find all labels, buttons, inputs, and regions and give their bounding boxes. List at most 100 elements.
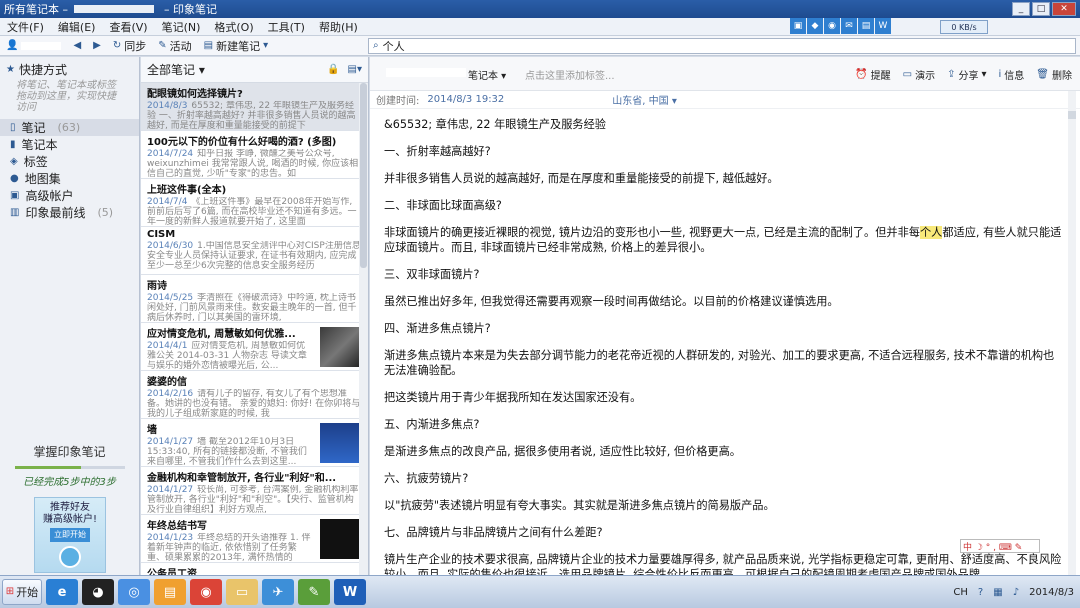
- reminder-button[interactable]: ⏰ 提醒: [855, 67, 890, 82]
- scrollbar-thumb[interactable]: [1068, 111, 1076, 119]
- chrome-icon[interactable]: ◉: [190, 579, 222, 605]
- close-button[interactable]: ✕: [1052, 2, 1076, 16]
- note-list-title[interactable]: 全部笔记 ▾: [147, 61, 205, 78]
- menu-format[interactable]: 格式(O): [207, 19, 260, 35]
- sidebar-item-feed[interactable]: ▥ 印象最前线 (5): [0, 204, 139, 221]
- tray-app-icon[interactable]: ✉: [841, 18, 857, 34]
- network-icon[interactable]: ▦: [993, 587, 1002, 598]
- menu-edit[interactable]: 编辑(E): [51, 19, 103, 35]
- account-button[interactable]: 👤: [0, 40, 67, 51]
- tag-icon: ◈: [10, 155, 18, 167]
- tray-app-icon[interactable]: ◉: [824, 18, 840, 34]
- present-button[interactable]: ▭ 演示: [903, 67, 935, 82]
- sidebar-item-label: 高级帐户: [25, 189, 74, 203]
- note-body[interactable]: &65532; 章伟忠, 22 年眼镜生产及服务经验 一、折射率越高越好? 并非…: [384, 117, 1064, 594]
- ie-icon[interactable]: e: [46, 579, 78, 605]
- menu-view[interactable]: 查看(V): [102, 19, 154, 35]
- sidebar-item-tags[interactable]: ◈ 标签: [0, 153, 139, 170]
- menu-tools[interactable]: 工具(T): [261, 19, 312, 35]
- note-title: 年终总结书写: [147, 521, 207, 532]
- note-editor: 笔记本 ▾ 点击这里添加标签... ⏰ 提醒 ▭ 演示 ⇪ 分享 ▾ i 信息 🗑 删除 …: [370, 57, 1080, 581]
- sidebar-item-premium[interactable]: ▣ 高级帐户: [0, 187, 139, 204]
- shortcuts-header[interactable]: ★ 快捷方式: [0, 57, 139, 78]
- referral-ad[interactable]: 推荐好友 赚高级帐户! 立即开始: [34, 497, 106, 573]
- menu-note[interactable]: 笔记(N): [155, 19, 208, 35]
- note-list-item[interactable]: CISM 2014/6/30 1.中国信息安全测评中心对CISP注册信息安全专业人员…: [141, 227, 368, 275]
- start-button[interactable]: ⊞ 开始: [2, 579, 42, 605]
- paragraph: 非球面镜片的确更接近裸眼的视觉, 镜片边沿的变形也小一些, 视野更大一点, 已经…: [384, 226, 1062, 254]
- menu-help[interactable]: 帮助(H): [312, 19, 365, 35]
- note-list-item[interactable]: 婆婆的信 2014/2/16 请有儿子的留存, 有女儿了有个思想准备。她讲的也没有错…: [141, 371, 368, 419]
- search-value: 个人: [382, 40, 405, 53]
- info-button[interactable]: i 信息: [999, 67, 1025, 82]
- browser-icon[interactable]: ◎: [118, 579, 150, 605]
- view-options-icon[interactable]: ▤▾: [348, 64, 362, 75]
- note-list-item[interactable]: 墙 2014/1/27 墙 截至2012年10月3日 15:33:40, 所有的链接…: [141, 419, 368, 467]
- note-list-item[interactable]: 上班这件事(全本) 2014/7/4 《上班这件事》最早在2008年开始写作, 前前…: [141, 179, 368, 227]
- messenger-icon[interactable]: ✈: [262, 579, 294, 605]
- editor-actions: ⏰ 提醒 ▭ 演示 ⇪ 分享 ▾ i 信息 🗑 删除: [855, 67, 1072, 82]
- sidebar-item-label: 笔记本: [21, 138, 58, 152]
- windows-logo-icon: ⊞: [5, 586, 15, 597]
- new-note-button[interactable]: ▤ 新建笔记 ▾: [198, 38, 274, 54]
- lock-icon[interactable]: 🔒: [327, 64, 339, 75]
- ime-toolbar[interactable]: 中 ☽ ° , ⌨ ✎: [960, 539, 1040, 553]
- notebook-selector[interactable]: 笔记本 ▾: [468, 67, 506, 82]
- back-button[interactable]: ◀: [67, 40, 87, 51]
- volume-icon[interactable]: ♪: [1013, 587, 1019, 598]
- notebook-icon: ▮: [10, 138, 16, 150]
- note-date: 2014/1/27: [147, 485, 194, 495]
- minimize-button[interactable]: _: [1012, 2, 1030, 16]
- taskbar: ⊞ 开始 e ◕ ◎ ▤ ◉ ▭ ✈ ✎ W CH ? ▦ ♪ 2014/8/3: [0, 575, 1080, 608]
- shortcuts-title: 快捷方式: [18, 63, 67, 77]
- note-thumbnail: [320, 423, 364, 463]
- paragraph: 七、品牌镜片与非品牌镜片之间有什么差距?: [384, 526, 603, 539]
- note-list-item[interactable]: 雨诗 2014/5/25 李清照在《得破流诗》中吟道, 枕上诗书闲处好, 门前风景雨…: [141, 275, 368, 323]
- activity-button[interactable]: ✎ 活动: [152, 38, 197, 54]
- word-icon[interactable]: W: [334, 579, 366, 605]
- ad-start-button[interactable]: 立即开始: [50, 528, 90, 542]
- forward-button[interactable]: ▶: [87, 40, 107, 51]
- note-snippet: 2014/1/27 墙 截至2012年10月3日 15:33:40, 所有的链接都…: [147, 437, 314, 466]
- editor-scrollbar[interactable]: [1068, 91, 1076, 575]
- note-snippet: 2014/7/24 知乎日报 李峥, 微醺之美号公众号, weixunzhimei…: [147, 149, 362, 178]
- sidebar-item-count: (63): [57, 121, 81, 134]
- qq-icon[interactable]: ◕: [82, 579, 114, 605]
- search-input[interactable]: ⌕ 个人: [368, 38, 1076, 54]
- document-icon[interactable]: ▤: [154, 579, 186, 605]
- language-indicator[interactable]: CH: [953, 587, 968, 598]
- sync-button[interactable]: ↻ 同步: [107, 38, 152, 54]
- note-title: 配眼镜如何选择镜片?: [147, 89, 243, 100]
- tag-input[interactable]: 点击这里添加标签...: [525, 67, 615, 82]
- note-title: 金融机构和幸管制放开, 各行业"利好"和...: [147, 473, 337, 484]
- folder-icon[interactable]: ▭: [226, 579, 258, 605]
- menu-file[interactable]: 文件(F): [0, 19, 51, 35]
- sidebar-item-notes[interactable]: ▯ 笔记 (63): [0, 119, 139, 136]
- sidebar-item-notebooks[interactable]: ▮ 笔记本: [0, 136, 139, 153]
- note-list-item[interactable]: 100元以下的价位有什么好喝的酒? (多图) 2014/7/24 知乎日报 李峥, …: [141, 131, 368, 179]
- maximize-button[interactable]: □: [1032, 2, 1050, 16]
- note-list-item[interactable]: 配眼镜如何选择镜片? 2014/8/3 65532; 章伟忠, 22 年眼镜生产及服…: [141, 83, 368, 131]
- paragraph: 一、折射率越高越好?: [384, 145, 491, 158]
- note-list-item[interactable]: 年终总结书写 2014/1/23 年终总结的开头语推荐 1. 伴着新年钟声的临近, …: [141, 515, 368, 563]
- tray-app-icon[interactable]: ◆: [807, 18, 823, 34]
- new-note-icon: ▤: [203, 39, 214, 51]
- onboarding-promo[interactable]: 掌握印象笔记 已经完成5步中的3步: [0, 437, 139, 488]
- note-list-item[interactable]: 金融机构和幸管制放开, 各行业"利好"和... 2014/1/27 较长尚, 可参考…: [141, 467, 368, 515]
- created-value[interactable]: 2014/8/3 19:32: [427, 94, 504, 105]
- tray-app-icon[interactable]: ▤: [858, 18, 874, 34]
- delete-button[interactable]: 🗑 删除: [1036, 67, 1072, 82]
- window-title-app: – 印象笔记: [164, 3, 217, 16]
- search-highlight: 个人: [919, 226, 943, 239]
- help-icon[interactable]: ?: [978, 587, 983, 598]
- evernote-icon[interactable]: ✎: [298, 579, 330, 605]
- share-button[interactable]: ⇪ 分享 ▾: [947, 67, 986, 82]
- note-list-scrollbar[interactable]: [359, 83, 368, 575]
- clock-date[interactable]: 2014/8/3: [1029, 587, 1074, 598]
- location-selector[interactable]: 山东省, 中国 ▾: [612, 92, 677, 107]
- tray-app-icon[interactable]: ▣: [790, 18, 806, 34]
- sidebar-item-atlas[interactable]: ● 地图集: [0, 170, 139, 187]
- note-list-item[interactable]: 应对情变危机, 周慧敏如何优雅... 2014/4/1 应对情变危机, 周慧敏如何优…: [141, 323, 368, 371]
- scrollbar-thumb[interactable]: [360, 83, 367, 268]
- tray-app-icon[interactable]: W: [875, 18, 891, 34]
